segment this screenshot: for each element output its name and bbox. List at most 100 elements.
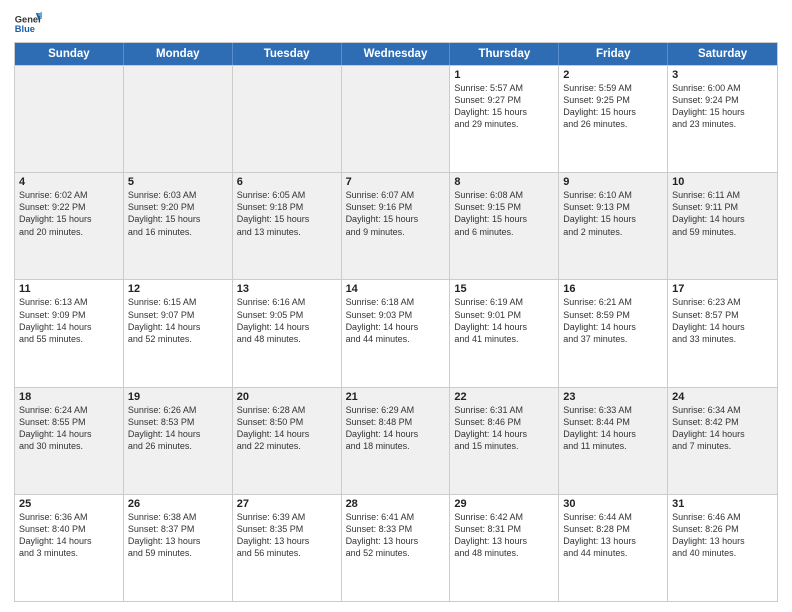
calendar-cell-4-5: 30Sunrise: 6:44 AM Sunset: 8:28 PM Dayli… xyxy=(559,495,668,601)
day-number: 4 xyxy=(19,176,119,188)
calendar-row-3: 18Sunrise: 6:24 AM Sunset: 8:55 PM Dayli… xyxy=(15,387,777,494)
calendar-cell-0-4: 1Sunrise: 5:57 AM Sunset: 9:27 PM Daylig… xyxy=(450,66,559,172)
calendar-row-4: 25Sunrise: 6:36 AM Sunset: 8:40 PM Dayli… xyxy=(15,494,777,601)
cell-info: Sunrise: 6:11 AM Sunset: 9:11 PM Dayligh… xyxy=(672,189,773,238)
calendar-row-2: 11Sunrise: 6:13 AM Sunset: 9:09 PM Dayli… xyxy=(15,279,777,386)
calendar-cell-3-6: 24Sunrise: 6:34 AM Sunset: 8:42 PM Dayli… xyxy=(668,388,777,494)
cell-info: Sunrise: 6:26 AM Sunset: 8:53 PM Dayligh… xyxy=(128,404,228,453)
calendar-cell-0-0 xyxy=(15,66,124,172)
cell-info: Sunrise: 6:10 AM Sunset: 9:13 PM Dayligh… xyxy=(563,189,663,238)
cell-info: Sunrise: 6:02 AM Sunset: 9:22 PM Dayligh… xyxy=(19,189,119,238)
day-number: 21 xyxy=(346,391,446,403)
cell-info: Sunrise: 6:13 AM Sunset: 9:09 PM Dayligh… xyxy=(19,296,119,345)
header-day-sunday: Sunday xyxy=(15,43,124,65)
calendar-cell-2-2: 13Sunrise: 6:16 AM Sunset: 9:05 PM Dayli… xyxy=(233,280,342,386)
calendar-cell-1-5: 9Sunrise: 6:10 AM Sunset: 9:13 PM Daylig… xyxy=(559,173,668,279)
cell-info: Sunrise: 6:33 AM Sunset: 8:44 PM Dayligh… xyxy=(563,404,663,453)
day-number: 1 xyxy=(454,69,554,81)
cell-info: Sunrise: 6:03 AM Sunset: 9:20 PM Dayligh… xyxy=(128,189,228,238)
calendar-cell-2-4: 15Sunrise: 6:19 AM Sunset: 9:01 PM Dayli… xyxy=(450,280,559,386)
day-number: 23 xyxy=(563,391,663,403)
cell-info: Sunrise: 6:00 AM Sunset: 9:24 PM Dayligh… xyxy=(672,82,773,131)
cell-info: Sunrise: 5:57 AM Sunset: 9:27 PM Dayligh… xyxy=(454,82,554,131)
cell-info: Sunrise: 6:24 AM Sunset: 8:55 PM Dayligh… xyxy=(19,404,119,453)
header-day-saturday: Saturday xyxy=(668,43,777,65)
calendar-cell-2-1: 12Sunrise: 6:15 AM Sunset: 9:07 PM Dayli… xyxy=(124,280,233,386)
calendar-cell-2-6: 17Sunrise: 6:23 AM Sunset: 8:57 PM Dayli… xyxy=(668,280,777,386)
day-number: 14 xyxy=(346,283,446,295)
calendar-cell-4-1: 26Sunrise: 6:38 AM Sunset: 8:37 PM Dayli… xyxy=(124,495,233,601)
day-number: 29 xyxy=(454,498,554,510)
calendar-cell-4-4: 29Sunrise: 6:42 AM Sunset: 8:31 PM Dayli… xyxy=(450,495,559,601)
calendar-cell-3-1: 19Sunrise: 6:26 AM Sunset: 8:53 PM Dayli… xyxy=(124,388,233,494)
calendar-body: 1Sunrise: 5:57 AM Sunset: 9:27 PM Daylig… xyxy=(15,65,777,601)
calendar-cell-0-6: 3Sunrise: 6:00 AM Sunset: 9:24 PM Daylig… xyxy=(668,66,777,172)
logo-icon: General Blue xyxy=(14,10,42,38)
cell-info: Sunrise: 6:07 AM Sunset: 9:16 PM Dayligh… xyxy=(346,189,446,238)
cell-info: Sunrise: 6:18 AM Sunset: 9:03 PM Dayligh… xyxy=(346,296,446,345)
cell-info: Sunrise: 6:42 AM Sunset: 8:31 PM Dayligh… xyxy=(454,511,554,560)
day-number: 28 xyxy=(346,498,446,510)
calendar-cell-2-3: 14Sunrise: 6:18 AM Sunset: 9:03 PM Dayli… xyxy=(342,280,451,386)
cell-info: Sunrise: 6:05 AM Sunset: 9:18 PM Dayligh… xyxy=(237,189,337,238)
calendar: SundayMondayTuesdayWednesdayThursdayFrid… xyxy=(14,42,778,602)
day-number: 6 xyxy=(237,176,337,188)
cell-info: Sunrise: 6:19 AM Sunset: 9:01 PM Dayligh… xyxy=(454,296,554,345)
cell-info: Sunrise: 6:39 AM Sunset: 8:35 PM Dayligh… xyxy=(237,511,337,560)
calendar-row-0: 1Sunrise: 5:57 AM Sunset: 9:27 PM Daylig… xyxy=(15,65,777,172)
day-number: 22 xyxy=(454,391,554,403)
calendar-cell-0-1 xyxy=(124,66,233,172)
calendar-cell-2-5: 16Sunrise: 6:21 AM Sunset: 8:59 PM Dayli… xyxy=(559,280,668,386)
header-day-friday: Friday xyxy=(559,43,668,65)
day-number: 2 xyxy=(563,69,663,81)
cell-info: Sunrise: 6:34 AM Sunset: 8:42 PM Dayligh… xyxy=(672,404,773,453)
cell-info: Sunrise: 6:08 AM Sunset: 9:15 PM Dayligh… xyxy=(454,189,554,238)
cell-info: Sunrise: 6:21 AM Sunset: 8:59 PM Dayligh… xyxy=(563,296,663,345)
cell-info: Sunrise: 6:29 AM Sunset: 8:48 PM Dayligh… xyxy=(346,404,446,453)
header-day-thursday: Thursday xyxy=(450,43,559,65)
cell-info: Sunrise: 6:28 AM Sunset: 8:50 PM Dayligh… xyxy=(237,404,337,453)
header-day-tuesday: Tuesday xyxy=(233,43,342,65)
day-number: 18 xyxy=(19,391,119,403)
calendar-cell-1-1: 5Sunrise: 6:03 AM Sunset: 9:20 PM Daylig… xyxy=(124,173,233,279)
calendar-cell-1-0: 4Sunrise: 6:02 AM Sunset: 9:22 PM Daylig… xyxy=(15,173,124,279)
calendar-header: SundayMondayTuesdayWednesdayThursdayFrid… xyxy=(15,43,777,65)
calendar-cell-1-2: 6Sunrise: 6:05 AM Sunset: 9:18 PM Daylig… xyxy=(233,173,342,279)
day-number: 10 xyxy=(672,176,773,188)
calendar-row-1: 4Sunrise: 6:02 AM Sunset: 9:22 PM Daylig… xyxy=(15,172,777,279)
header-day-wednesday: Wednesday xyxy=(342,43,451,65)
page: General Blue SundayMondayTuesdayWednesda… xyxy=(0,0,792,612)
calendar-cell-3-4: 22Sunrise: 6:31 AM Sunset: 8:46 PM Dayli… xyxy=(450,388,559,494)
day-number: 17 xyxy=(672,283,773,295)
day-number: 31 xyxy=(672,498,773,510)
cell-info: Sunrise: 6:31 AM Sunset: 8:46 PM Dayligh… xyxy=(454,404,554,453)
cell-info: Sunrise: 6:15 AM Sunset: 9:07 PM Dayligh… xyxy=(128,296,228,345)
day-number: 25 xyxy=(19,498,119,510)
day-number: 16 xyxy=(563,283,663,295)
day-number: 13 xyxy=(237,283,337,295)
cell-info: Sunrise: 6:41 AM Sunset: 8:33 PM Dayligh… xyxy=(346,511,446,560)
day-number: 9 xyxy=(563,176,663,188)
calendar-cell-0-3 xyxy=(342,66,451,172)
calendar-cell-2-0: 11Sunrise: 6:13 AM Sunset: 9:09 PM Dayli… xyxy=(15,280,124,386)
cell-info: Sunrise: 6:36 AM Sunset: 8:40 PM Dayligh… xyxy=(19,511,119,560)
calendar-cell-3-5: 23Sunrise: 6:33 AM Sunset: 8:44 PM Dayli… xyxy=(559,388,668,494)
calendar-cell-1-6: 10Sunrise: 6:11 AM Sunset: 9:11 PM Dayli… xyxy=(668,173,777,279)
cell-info: Sunrise: 6:23 AM Sunset: 8:57 PM Dayligh… xyxy=(672,296,773,345)
calendar-cell-4-3: 28Sunrise: 6:41 AM Sunset: 8:33 PM Dayli… xyxy=(342,495,451,601)
day-number: 8 xyxy=(454,176,554,188)
calendar-cell-3-0: 18Sunrise: 6:24 AM Sunset: 8:55 PM Dayli… xyxy=(15,388,124,494)
day-number: 30 xyxy=(563,498,663,510)
day-number: 20 xyxy=(237,391,337,403)
day-number: 7 xyxy=(346,176,446,188)
calendar-cell-0-5: 2Sunrise: 5:59 AM Sunset: 9:25 PM Daylig… xyxy=(559,66,668,172)
day-number: 19 xyxy=(128,391,228,403)
calendar-cell-3-2: 20Sunrise: 6:28 AM Sunset: 8:50 PM Dayli… xyxy=(233,388,342,494)
day-number: 15 xyxy=(454,283,554,295)
calendar-cell-4-6: 31Sunrise: 6:46 AM Sunset: 8:26 PM Dayli… xyxy=(668,495,777,601)
day-number: 11 xyxy=(19,283,119,295)
logo: General Blue xyxy=(14,10,42,38)
cell-info: Sunrise: 5:59 AM Sunset: 9:25 PM Dayligh… xyxy=(563,82,663,131)
day-number: 26 xyxy=(128,498,228,510)
cell-info: Sunrise: 6:16 AM Sunset: 9:05 PM Dayligh… xyxy=(237,296,337,345)
